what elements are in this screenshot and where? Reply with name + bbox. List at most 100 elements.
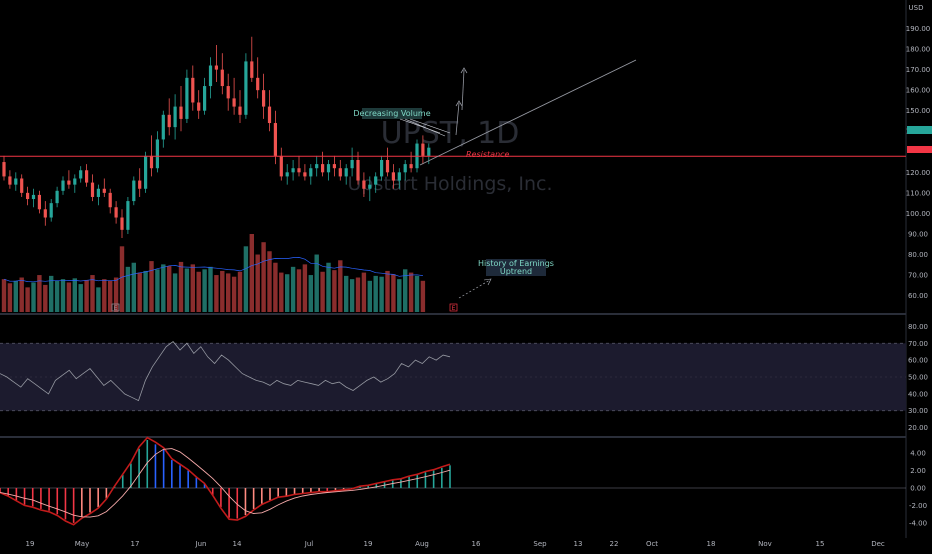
chart-stage[interactable]: UPST, 1D Upstart Holdings, Inc. USD Resi… [0,0,932,550]
volume-bar [43,284,48,312]
price-tick: 80.00 [908,251,928,259]
volume-bar [1,279,7,312]
candle-body [362,180,366,189]
date-tick: 14 [233,540,242,548]
candle-body [226,86,230,99]
candle-body [232,98,236,107]
candle-body [356,160,360,181]
candle-body [126,201,130,230]
volume-bar [296,269,302,312]
candle-body [291,168,295,173]
date-tick: 15 [816,540,825,548]
candle-body [67,180,71,185]
volume-bar [196,271,201,312]
candle-body [167,114,171,128]
volume-bar [125,266,131,312]
volume-bar [31,282,36,312]
volume-bar [66,282,72,312]
price-tick: 120.00 [906,169,931,177]
volume-bar [397,279,402,312]
volume-bar [131,262,136,312]
volume-bar [7,283,13,312]
candle-body [8,176,12,185]
volume-bar [361,272,367,312]
volume-bar [149,261,154,312]
rsi-tick: 40.00 [908,390,928,398]
volume-bar [143,270,148,312]
price-tick: 70.00 [908,272,928,280]
volume-bar [137,272,142,312]
candle-body [391,172,395,181]
date-tick: 13 [574,540,583,548]
candle-body [250,61,254,78]
candle-body [79,170,83,179]
volume-bar [72,278,77,312]
candle-body [344,168,348,177]
volume-bar [202,269,207,312]
resistance-price-badge [907,146,932,153]
macd-tick: 2.00 [910,467,926,475]
date-tick: 17 [131,540,140,548]
volume-bar [96,287,101,312]
volume-bar [84,279,89,312]
candle-body [368,184,372,189]
volume-bar [220,270,225,312]
decreasing-volume-label: Decreasing Volume [353,109,430,118]
candle-body [309,168,313,177]
price-tick: 100.00 [906,210,931,218]
candle-body [144,155,148,189]
volume-bar [226,273,231,312]
volume-bar [302,264,308,312]
candle-body [73,178,77,185]
date-tick: Sep [533,540,547,548]
volume-bar [320,271,325,312]
candle-body [397,172,401,181]
price-tick: 160.00 [906,87,931,95]
date-tick: Oct [646,540,658,548]
chart-canvas[interactable]: UPST, 1D Upstart Holdings, Inc. USD Resi… [0,0,932,550]
candle-body [31,194,36,200]
volume-bar [243,246,249,312]
rsi-tick: 30.00 [908,407,928,415]
candle-body [20,178,24,193]
candle-body [326,164,331,173]
candle-body [26,192,30,200]
volume-bar [355,277,361,312]
volume-bar [78,284,83,312]
candle-body [350,160,354,169]
volume-bar [373,275,378,312]
volume-bar [338,260,343,312]
volume-bar [273,262,278,312]
candle-body [120,217,124,230]
candle-body [102,188,106,193]
volume-bar [231,276,237,312]
volume-bar [184,268,190,312]
candle-body [279,155,283,177]
volume-bar [119,246,125,312]
volume-bar [290,266,296,312]
candle-body [385,160,390,173]
volume-bar [391,274,396,312]
volume-bar [25,287,30,312]
watermark-title: UPST, 1D [381,116,520,151]
candle-body [380,160,384,177]
candle-body [114,207,118,218]
volume-bar [208,266,213,312]
candle-body [191,77,195,103]
candle-body [208,65,213,87]
date-tick: Jun [195,540,207,548]
candle-body [138,180,142,189]
candle-body [315,164,319,169]
candle-body [49,203,53,218]
price-tick: 150.00 [906,107,931,115]
candle-body [132,180,136,202]
candle-body [338,168,342,177]
candle-body [149,155,154,169]
candle-body [90,182,95,197]
rsi-tick: 80.00 [908,323,928,331]
macd-tick: 0.00 [910,485,926,493]
date-tick: May [75,540,89,548]
candle-body [61,180,65,191]
volume-bar [172,273,178,312]
rsi-tick: 60.00 [908,357,928,365]
